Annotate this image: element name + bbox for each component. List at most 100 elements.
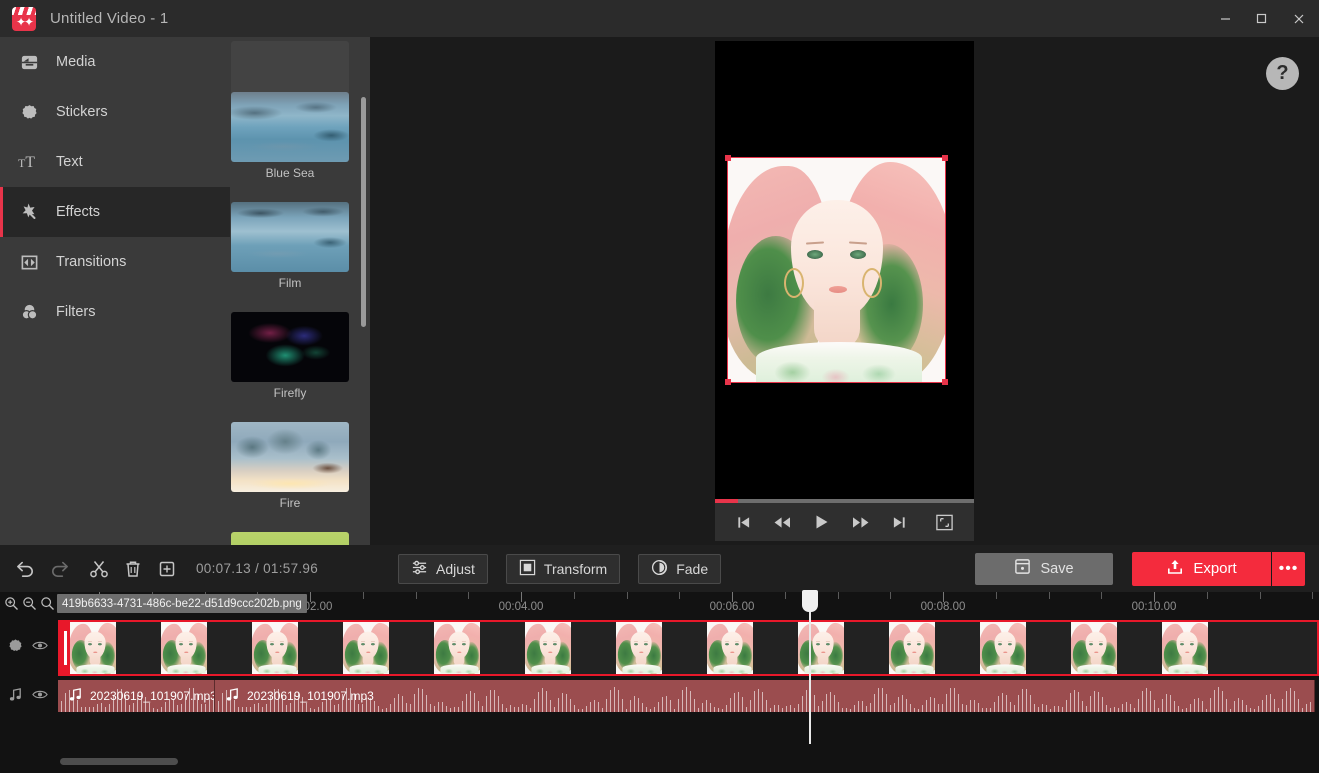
effect-thumbnail xyxy=(231,532,349,545)
save-label: Save xyxy=(1040,560,1074,577)
split-button[interactable] xyxy=(82,552,116,586)
export-group: Export ••• xyxy=(1132,551,1305,586)
skip-start-icon[interactable] xyxy=(736,515,751,530)
save-button[interactable]: Save xyxy=(975,552,1113,585)
play-icon[interactable] xyxy=(814,514,829,530)
filmstrip xyxy=(70,622,1317,674)
music-note-icon xyxy=(68,687,83,705)
effect-item[interactable]: Firefly xyxy=(231,312,349,400)
ruler-minor-tick xyxy=(1312,592,1314,599)
sticker-icon[interactable] xyxy=(8,638,23,658)
audio-clip-label: 20230619_101907.mp3 xyxy=(247,689,374,703)
timecode-display: 00:07.13 / 01:57.96 xyxy=(196,561,319,576)
ruler-minor-tick xyxy=(573,592,575,599)
editor-toolbar: 00:07.13 / 01:57.96 Adjust Transform Fad… xyxy=(0,545,1319,592)
audio-clip[interactable]: 20230619_101907.mp3 xyxy=(215,680,1315,712)
ruler-minor-tick xyxy=(837,592,839,599)
effects-wand-icon xyxy=(14,202,44,222)
sidebar-item-filters[interactable]: Filters xyxy=(0,287,230,337)
effect-item[interactable]: Film xyxy=(231,202,349,290)
effect-item[interactable]: Fire xyxy=(231,422,349,510)
music-note-icon[interactable] xyxy=(8,687,23,707)
help-label: ? xyxy=(1276,62,1289,84)
effect-item[interactable]: Blue Sea xyxy=(231,92,349,180)
sliders-icon xyxy=(411,559,428,579)
zoom-in-icon[interactable] xyxy=(4,596,19,616)
transform-button[interactable]: Transform xyxy=(505,553,621,584)
redo-button[interactable] xyxy=(42,552,76,586)
duplicate-button[interactable] xyxy=(150,552,184,586)
portrait-illustration xyxy=(728,158,945,382)
adjust-label: Adjust xyxy=(436,560,475,577)
ruler-minor-tick xyxy=(1206,592,1208,599)
export-more-button[interactable]: ••• xyxy=(1271,551,1305,586)
playhead[interactable] xyxy=(802,590,818,744)
preview-stage: ? xyxy=(370,37,1319,545)
maximize-button[interactable] xyxy=(1243,0,1279,37)
fullscreen-icon[interactable] xyxy=(935,513,954,532)
ruler-minor-tick xyxy=(415,592,417,599)
ruler-time-label: 00:06.00 xyxy=(709,601,755,613)
sidebar-item-text[interactable]: TT Text xyxy=(0,137,230,187)
sidebar-item-stickers[interactable]: Stickers xyxy=(0,87,230,137)
filmstrip-frame xyxy=(889,622,935,674)
clapperboard-stripes xyxy=(12,6,36,15)
sidebar-item-media[interactable]: Media xyxy=(0,37,230,87)
sidebar-item-label: Stickers xyxy=(56,104,108,120)
effects-browser-panel[interactable]: Blue Sea Film Firefly Fire xyxy=(230,37,370,545)
delete-button[interactable] xyxy=(116,552,150,586)
export-upload-icon xyxy=(1166,558,1184,580)
audio-clip[interactable]: 20230619_101907.mp3 xyxy=(58,680,215,712)
adjust-button[interactable]: Adjust xyxy=(398,553,488,584)
waveform xyxy=(215,680,1314,712)
close-button[interactable] xyxy=(1279,0,1319,37)
fast-forward-icon[interactable] xyxy=(851,515,870,530)
filmstrip-gap xyxy=(298,622,343,674)
fade-button[interactable]: Fade xyxy=(638,553,722,584)
sidebar-item-transitions[interactable]: Transitions xyxy=(0,237,230,287)
effect-label: Blue Sea xyxy=(265,166,315,180)
undo-button[interactable] xyxy=(8,552,42,586)
filmstrip-frame xyxy=(525,622,571,674)
transport-controls xyxy=(715,503,974,541)
fade-label: Fade xyxy=(676,560,709,577)
sidebar-item-effects[interactable]: Effects xyxy=(0,187,230,237)
media-icon xyxy=(14,53,44,72)
effect-label: Film xyxy=(278,276,302,290)
help-icon[interactable]: ? xyxy=(1266,57,1299,90)
eye-icon[interactable] xyxy=(32,639,48,657)
save-icon xyxy=(1014,558,1031,579)
skip-end-icon[interactable] xyxy=(892,515,907,530)
ruler-time-label: 00:10.00 xyxy=(1131,601,1177,613)
zoom-out-icon[interactable] xyxy=(22,596,37,616)
fade-circle-icon xyxy=(651,559,668,579)
filmstrip-gap xyxy=(571,622,616,674)
export-button[interactable]: Export xyxy=(1132,552,1271,586)
effect-item[interactable] xyxy=(231,532,349,545)
sparkle-glyph: ✦✦ xyxy=(15,14,34,29)
clip-left-handle[interactable] xyxy=(60,622,70,674)
zoom-fit-icon[interactable] xyxy=(40,596,55,616)
browser-scrollbar[interactable] xyxy=(361,97,366,327)
minimize-button[interactable] xyxy=(1207,0,1243,37)
rewind-icon[interactable] xyxy=(773,515,792,530)
video-track-header xyxy=(0,620,55,676)
video-monitor[interactable] xyxy=(715,41,974,541)
ruler-minor-tick xyxy=(1048,592,1050,599)
sidebar-item-label: Media xyxy=(56,54,96,70)
filmstrip-gap xyxy=(389,622,434,674)
filmstrip-frame xyxy=(343,622,389,674)
eye-icon[interactable] xyxy=(32,688,48,706)
sidebar-item-label: Transitions xyxy=(56,254,127,270)
clip-name-tooltip: 419b6633-4731-486c-be22-d51d9ccc202b.png xyxy=(57,594,307,613)
preview-image xyxy=(728,158,945,382)
playhead-handle[interactable] xyxy=(802,590,818,612)
filmstrip-frame xyxy=(161,622,207,674)
effect-label: Firefly xyxy=(273,386,307,400)
video-clip[interactable] xyxy=(58,620,1319,676)
timeline-horizontal-scrollbar[interactable] xyxy=(60,758,178,765)
audio-track: 20230619_101907.mp3 20230619_101907.mp3 xyxy=(58,680,1319,712)
ruler-time-label: 00:04.00 xyxy=(498,601,544,613)
filmstrip-gap xyxy=(1026,622,1071,674)
effect-thumbnail xyxy=(231,422,349,492)
